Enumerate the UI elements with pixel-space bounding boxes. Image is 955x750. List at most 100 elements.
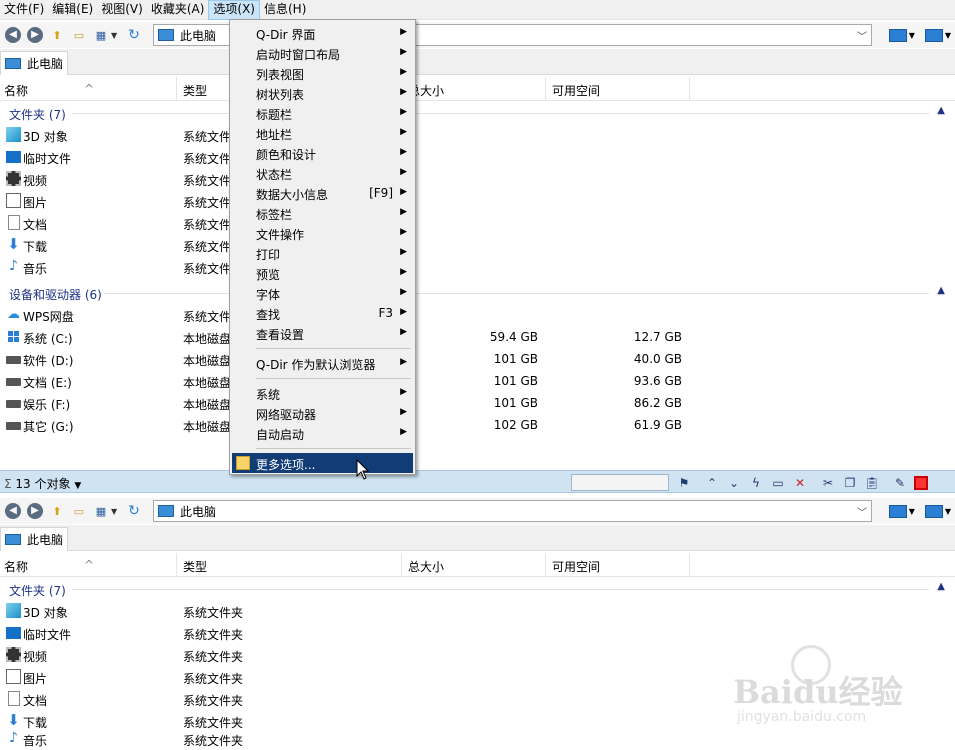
menu-view[interactable]: 视图(V) (97, 0, 147, 20)
view-grid-button[interactable]: ▦ (92, 26, 110, 44)
list-item[interactable]: 临时文件 系统文件夹 (0, 622, 955, 644)
column-divider[interactable] (689, 553, 690, 577)
menu-item-find[interactable]: 查找 F3 ▶ (232, 303, 413, 323)
layout-button-1[interactable]: ▼ (888, 28, 915, 42)
lightning-icon[interactable]: ϟ (748, 475, 764, 491)
rename-icon[interactable]: ✎ (892, 475, 908, 491)
item-free-space: 61.9 GB (633, 418, 682, 432)
list-item[interactable]: 图片 系统文件夹 (0, 190, 955, 212)
paste-icon[interactable]: 📋︎ (864, 475, 880, 491)
menu-item-startup-layout[interactable]: 启动时窗口布局 ▶ (232, 43, 413, 63)
list-item[interactable]: 临时文件 系统文件夹 (0, 146, 955, 168)
menu-item-title-bar[interactable]: 标题栏 ▶ (232, 103, 413, 123)
column-divider[interactable] (176, 553, 177, 577)
open-folder-button[interactable]: ▭ (70, 26, 88, 44)
menu-item-system[interactable]: 系统 ▶ (232, 383, 413, 403)
group-folders[interactable]: 文件夹 (7) ▲ (0, 578, 955, 600)
stop-icon[interactable] (914, 475, 928, 490)
menu-item-tab-bar[interactable]: 标签栏 ▶ (232, 203, 413, 223)
chevron-down-icon[interactable]: ⌄ (726, 475, 742, 491)
col-type-header[interactable]: 类型 (183, 558, 207, 575)
view-grid-button[interactable]: ▦ (92, 502, 110, 520)
menu-item-view-settings[interactable]: 查看设置 ▶ (232, 323, 413, 343)
filter-input[interactable] (571, 474, 669, 491)
keyboard-icon[interactable]: ▭ (770, 475, 786, 491)
menu-item-more-options[interactable]: 更多选项... (232, 453, 413, 473)
group-folders[interactable]: 文件夹 (7) ▲ (0, 102, 955, 124)
group-devices[interactable]: 设备和驱动器 (6) ▲ (0, 282, 955, 304)
col-free-header[interactable]: 可用空间 (552, 82, 600, 99)
chevron-up-icon[interactable]: ⌃ (704, 475, 720, 491)
menu-item-status-bar[interactable]: 状态栏 ▶ (232, 163, 413, 183)
tab-this-pc[interactable]: 此电脑 (0, 527, 68, 551)
menu-item-address-bar[interactable]: 地址栏 ▶ (232, 123, 413, 143)
menu-item-file-operations[interactable]: 文件操作 ▶ (232, 223, 413, 243)
col-total-header[interactable]: 总大小 (408, 558, 444, 575)
collapse-icon[interactable]: ▲ (937, 285, 945, 296)
cut-icon[interactable]: ✂ (820, 475, 836, 491)
list-item[interactable]: 视频 系统文件夹 (0, 168, 955, 190)
forward-button[interactable]: ▶ (26, 26, 44, 44)
menu-item-qdir-interface[interactable]: Q-Dir 界面 ▶ (232, 23, 413, 43)
col-free-header[interactable]: 可用空间 (552, 558, 600, 575)
address-dropdown-icon[interactable]: ﹀ (857, 504, 867, 519)
menu-item-network-drives[interactable]: 网络驱动器 ▶ (232, 403, 413, 423)
status-text[interactable]: Σ 13 个对象 ▼ (4, 475, 81, 492)
menu-options[interactable]: 选项(X) (208, 0, 260, 20)
col-name-header[interactable]: 名称 (4, 558, 28, 575)
refresh-button[interactable]: ↻ (125, 502, 143, 520)
up-folder-button[interactable]: ⬆ (48, 26, 66, 44)
checkered-flag-icon[interactable]: ⚑ (676, 475, 692, 491)
list-item[interactable]: ♪ 音乐 系统文件夹 (0, 256, 955, 278)
menu-item-font[interactable]: 字体 ▶ (232, 283, 413, 303)
up-folder-button[interactable]: ⬆ (48, 502, 66, 520)
menu-item-print[interactable]: 打印 ▶ (232, 243, 413, 263)
menu-favorites[interactable]: 收藏夹(A) (147, 0, 209, 20)
view-dropdown-chevron-icon[interactable]: ▼ (111, 507, 121, 516)
col-name-header[interactable]: 名称 (4, 82, 28, 99)
menu-item-default-browser[interactable]: Q-Dir 作为默认浏览器 ▶ (232, 353, 413, 373)
list-item[interactable]: 系统 (C:) 本地磁盘 59.4 GB 12.7 GB (0, 326, 955, 348)
view-dropdown-chevron-icon[interactable]: ▼ (111, 31, 121, 40)
list-item[interactable]: 3D 对象 系统文件夹 (0, 600, 955, 622)
menu-file[interactable]: 文件(F) (0, 0, 48, 20)
forward-arrow-icon: ▶ (27, 27, 43, 43)
list-item[interactable]: ☁ WPS网盘 系统文件夹 (0, 304, 955, 326)
collapse-icon[interactable]: ▲ (937, 105, 945, 116)
list-item[interactable]: 文档 系统文件夹 (0, 212, 955, 234)
menu-item-tree-list[interactable]: 树状列表 ▶ (232, 83, 413, 103)
delete-icon[interactable]: ✕ (792, 475, 808, 491)
open-folder-button[interactable]: ▭ (70, 502, 88, 520)
menu-item-colors-design[interactable]: 颜色和设计 ▶ (232, 143, 413, 163)
col-type-header[interactable]: 类型 (183, 82, 207, 99)
layout-button-2[interactable]: ▼ (924, 504, 951, 518)
address-dropdown-icon[interactable]: ﹀ (857, 28, 867, 43)
menu-item-autostart[interactable]: 自动启动 ▶ (232, 423, 413, 443)
list-item[interactable]: 软件 (D:) 本地磁盘 101 GB 40.0 GB (0, 348, 955, 370)
forward-button[interactable]: ▶ (26, 502, 44, 520)
list-item[interactable]: 其它 (G:) 本地磁盘 102 GB 61.9 GB (0, 414, 955, 436)
menu-item-data-size-info[interactable]: 数据大小信息 [F9] ▶ (232, 183, 413, 203)
back-button[interactable]: ◀ (4, 502, 22, 520)
column-divider[interactable] (401, 553, 402, 577)
address-bar[interactable]: 此电脑 ﹀ (153, 500, 872, 522)
menu-info[interactable]: 信息(H) (260, 0, 310, 20)
menu-item-preview[interactable]: 预览 ▶ (232, 263, 413, 283)
layout-button-1[interactable]: ▼ (888, 504, 915, 518)
column-divider[interactable] (176, 77, 177, 101)
menu-item-list-view[interactable]: 列表视图 ▶ (232, 63, 413, 83)
list-item[interactable]: 娱乐 (F:) 本地磁盘 101 GB 86.2 GB (0, 392, 955, 414)
menu-edit[interactable]: 编辑(E) (48, 0, 97, 20)
column-divider[interactable] (545, 77, 546, 101)
column-divider[interactable] (545, 553, 546, 577)
column-divider[interactable] (689, 77, 690, 101)
copy-icon[interactable]: ❐ (842, 475, 858, 491)
list-item[interactable]: 3D 对象 系统文件夹 (0, 124, 955, 146)
list-item[interactable]: ⬇ 下载 系统文件夹 (0, 234, 955, 256)
list-item[interactable]: 文档 (E:) 本地磁盘 101 GB 93.6 GB (0, 370, 955, 392)
collapse-icon[interactable]: ▲ (937, 581, 945, 592)
layout-button-2[interactable]: ▼ (924, 28, 951, 42)
tab-this-pc[interactable]: 此电脑 (0, 51, 68, 75)
refresh-button[interactable]: ↻ (125, 26, 143, 44)
back-button[interactable]: ◀ (4, 26, 22, 44)
